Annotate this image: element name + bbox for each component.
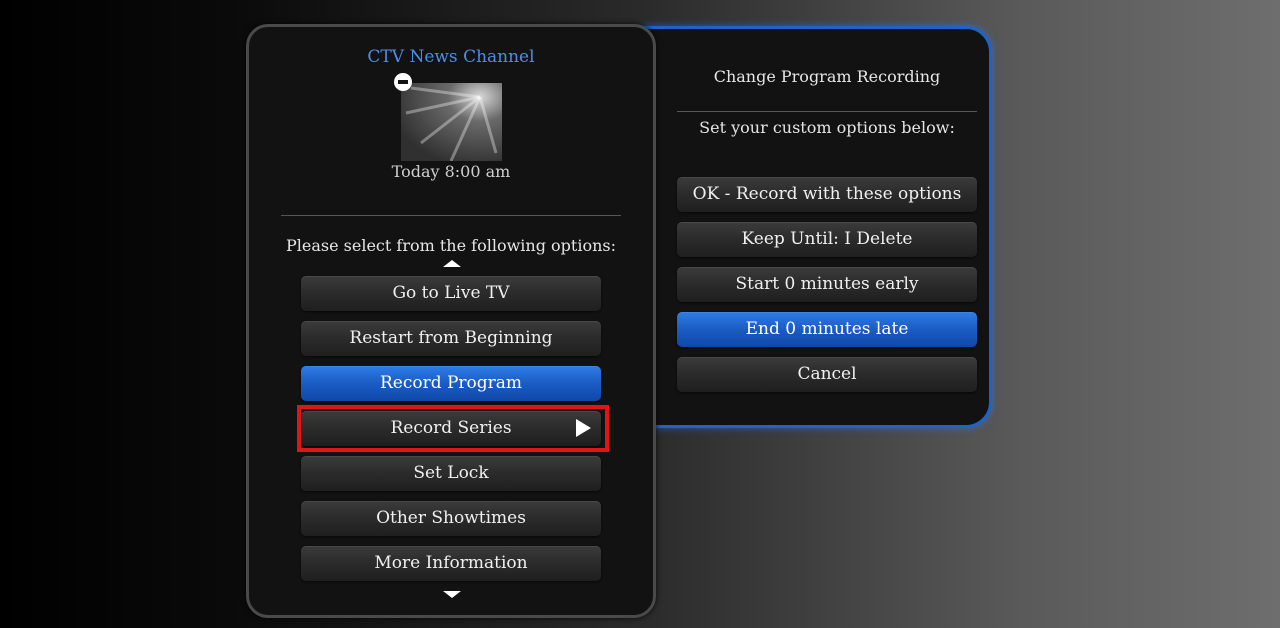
options-prompt: Please select from the following options… xyxy=(286,236,616,255)
set-lock-button[interactable]: Set Lock xyxy=(301,456,601,491)
start-early-label: Start 0 minutes early xyxy=(735,274,919,294)
recording-panel-divider xyxy=(677,111,977,112)
change-recording-panel: Change Program Recording Set your custom… xyxy=(640,26,992,428)
minus-circle-icon[interactable] xyxy=(394,73,412,91)
recording-panel-title: Change Program Recording xyxy=(713,67,941,86)
go-to-live-tv-label: Go to Live TV xyxy=(392,283,510,303)
go-to-live-tv-button[interactable]: Go to Live TV xyxy=(301,276,601,311)
arrow-down-icon[interactable] xyxy=(443,591,461,598)
more-information-button[interactable]: More Information xyxy=(301,546,601,581)
channel-name: CTV News Channel xyxy=(367,47,535,67)
start-early-button[interactable]: Start 0 minutes early xyxy=(677,267,977,302)
record-program-button[interactable]: Record Program xyxy=(301,366,601,401)
ok-record-button[interactable]: OK - Record with these options xyxy=(677,177,977,212)
restart-label: Restart from Beginning xyxy=(349,328,553,348)
play-arrow-icon xyxy=(576,419,591,437)
record-series-label: Record Series xyxy=(390,418,512,438)
record-series-button[interactable]: Record Series xyxy=(301,411,601,446)
arrow-up-icon[interactable] xyxy=(443,260,461,267)
set-lock-label: Set Lock xyxy=(413,463,489,483)
record-program-label: Record Program xyxy=(379,373,523,393)
other-showtimes-button[interactable]: Other Showtimes xyxy=(301,501,601,536)
cancel-label: Cancel xyxy=(797,364,857,384)
cancel-button[interactable]: Cancel xyxy=(677,357,977,392)
thumbnail-image xyxy=(401,83,502,161)
keep-until-button[interactable]: Keep Until: I Delete xyxy=(677,222,977,257)
program-options-panel: CTV News Channel Today 8:00 am Please se… xyxy=(246,24,656,618)
end-late-button[interactable]: End 0 minutes late xyxy=(677,312,977,347)
more-information-label: More Information xyxy=(374,553,528,573)
program-thumbnail xyxy=(401,83,502,161)
program-panel-divider xyxy=(281,215,621,216)
recording-panel-subtitle: Set your custom options below: xyxy=(699,118,955,137)
end-late-label: End 0 minutes late xyxy=(745,319,909,339)
ok-record-label: OK - Record with these options xyxy=(692,184,962,204)
program-airtime: Today 8:00 am xyxy=(391,162,511,181)
other-showtimes-label: Other Showtimes xyxy=(376,508,526,528)
restart-from-beginning-button[interactable]: Restart from Beginning xyxy=(301,321,601,356)
keep-until-label: Keep Until: I Delete xyxy=(741,229,913,249)
